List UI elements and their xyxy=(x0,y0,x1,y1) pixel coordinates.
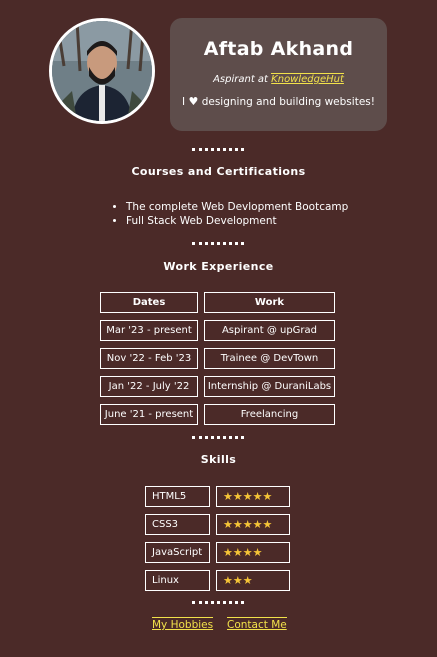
table-cell-work: Trainee @ DevTown xyxy=(204,348,335,369)
skill-name: CSS3 xyxy=(145,514,210,535)
profile-name: Aftab Akhand xyxy=(203,38,354,60)
table-cell-work: Freelancing xyxy=(204,404,335,425)
profile-header: Aftab Akhand Aspirant at KnowledgeHut I … xyxy=(0,0,437,140)
course-item: The complete Web Devlopment Bootcamp xyxy=(126,200,348,214)
star-rating-icon: ★★★ xyxy=(216,570,290,591)
skills-title: Skills xyxy=(200,453,237,466)
knowledgehut-link[interactable]: KnowledgeHut xyxy=(271,73,344,85)
contact-link[interactable]: Contact Me xyxy=(227,617,287,631)
work-title: Work Experience xyxy=(163,260,274,273)
section-divider xyxy=(192,148,244,151)
profile-bio: I ♥ designing and building websites! xyxy=(170,95,387,108)
star-rating-icon: ★★★★★ xyxy=(216,514,290,535)
skill-name: JavaScript xyxy=(145,542,210,563)
aspirant-prefix: Aspirant at xyxy=(213,74,268,85)
table-cell-dates: Nov '22 - Feb '23 xyxy=(100,348,198,369)
table-cell-dates: Jan '22 - July '22 xyxy=(100,376,198,397)
table-cell-dates: June '21 - present xyxy=(100,404,198,425)
white-heart-icon: ♥ xyxy=(188,95,199,108)
section-divider xyxy=(192,601,244,604)
star-rating-icon: ★★★★★ xyxy=(216,486,290,507)
bio-suffix: designing and building websites! xyxy=(201,96,375,108)
work-header: Work xyxy=(204,292,335,313)
table-cell-work: Internship @ DuraniLabs xyxy=(204,376,335,397)
bio-prefix: I xyxy=(182,96,186,108)
star-rating-icon: ★★★★ xyxy=(216,542,290,563)
skill-name: HTML5 xyxy=(145,486,210,507)
table-cell-work: Aspirant @ upGrad xyxy=(204,320,335,341)
courses-title: Courses and Certifications xyxy=(131,165,306,178)
section-divider xyxy=(192,242,244,245)
profile-avatar xyxy=(49,18,155,124)
profile-tagline: Aspirant at KnowledgeHut xyxy=(170,73,387,85)
section-divider xyxy=(192,436,244,439)
dates-header: Dates xyxy=(100,292,198,313)
profile-card: Aftab Akhand Aspirant at KnowledgeHut I … xyxy=(170,18,387,131)
skill-name: Linux xyxy=(145,570,210,591)
courses-list: The complete Web Devlopment Bootcamp Ful… xyxy=(114,200,348,228)
course-item: Full Stack Web Development xyxy=(126,214,348,228)
table-cell-dates: Mar '23 - present xyxy=(100,320,198,341)
hobbies-link[interactable]: My Hobbies xyxy=(152,617,214,631)
